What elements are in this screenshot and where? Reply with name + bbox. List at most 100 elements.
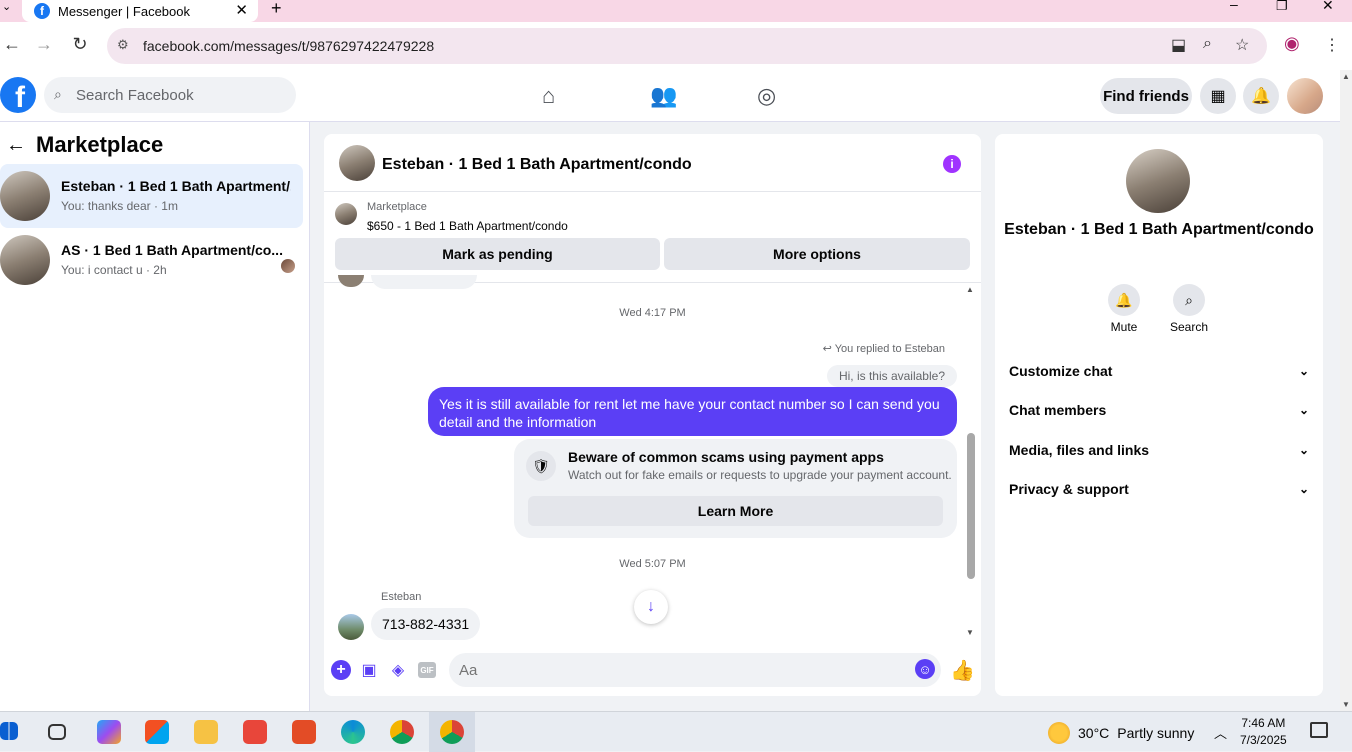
quoted-message[interactable]: Hi, is this available? [826, 365, 957, 387]
chat-details-pane: Esteban · 1 Bed 1 Bath Apartment/condo 🔔… [995, 134, 1323, 696]
groups-icon[interactable]: ◎ [757, 83, 776, 109]
section-label: Media, files and links [1009, 442, 1150, 458]
message-bubble[interactable]: 713-882-4331 [371, 608, 481, 640]
find-friends-button[interactable]: Find friends [1100, 78, 1192, 114]
menu-kebab-icon[interactable]: ⋮ [1324, 35, 1340, 55]
details-title: Esteban · 1 Bed 1 Bath Apartment/condo [1004, 221, 1314, 238]
thumbs-up-icon[interactable]: 👍 [950, 658, 975, 683]
scroll-to-bottom-button[interactable]: ↓ [634, 590, 668, 624]
scroll-down-arrow-icon[interactable]: ▼ [1342, 700, 1350, 709]
conversation-item[interactable]: Esteban · 1 Bed 1 Bath Apartment/... You… [0, 164, 303, 228]
my-message-bubble[interactable]: Yes it is still available for rent let m… [428, 387, 957, 436]
chevron-down-icon: ⌄ [1298, 443, 1309, 457]
message-bubble [371, 275, 477, 289]
back-arrow-icon[interactable]: ← [6, 134, 26, 157]
wps-office-icon[interactable] [292, 720, 316, 744]
media-files-section[interactable]: Media, files and links ⌄ [1009, 435, 1309, 465]
banner-listing[interactable]: $650 - 1 Bed 1 Bath Apartment/condo [367, 219, 568, 233]
site-info-icon[interactable]: ⚙ [117, 37, 133, 53]
gif-icon[interactable]: GIF [418, 662, 436, 678]
emoji-icon[interactable]: ☺ [915, 659, 935, 679]
file-explorer-icon[interactable] [194, 720, 218, 744]
system-clock[interactable]: 7:46 AM 7/3/2025 [1240, 715, 1287, 749]
notifications-bell-icon[interactable]: 🔔 [1243, 78, 1279, 114]
mark-as-pending-button[interactable]: Mark as pending [335, 238, 660, 270]
chat-title[interactable]: Esteban · 1 Bed 1 Bath Apartment/condo [382, 156, 692, 174]
privacy-support-section[interactable]: Privacy & support ⌄ [1009, 474, 1309, 504]
chat-members-section[interactable]: Chat members ⌄ [1009, 395, 1309, 425]
search-placeholder: Search Facebook [76, 86, 194, 104]
sticker-icon[interactable]: ◈ [388, 660, 408, 680]
minimize-button[interactable]: – [1230, 0, 1238, 12]
tab-title: Messenger | Facebook [58, 3, 190, 19]
scroll-up-arrow-icon[interactable]: ▲ [1342, 72, 1350, 81]
menu-grid-icon[interactable]: ▦ [1200, 78, 1236, 114]
customize-chat-section[interactable]: Customize chat ⌄ [1009, 356, 1309, 386]
anydesk-icon[interactable] [243, 720, 267, 744]
zoom-icon[interactable]: ⌕ [1203, 35, 1212, 53]
banner-label: Marketplace [367, 201, 427, 213]
listing-thumbnail [335, 203, 357, 225]
scam-title: Beware of common scams using payment app… [568, 449, 884, 465]
bookmark-star-icon[interactable]: ☆ [1235, 35, 1249, 55]
message-input[interactable] [449, 653, 941, 687]
scroll-down-arrow-icon[interactable]: ▼ [966, 628, 974, 637]
task-view-icon[interactable] [48, 724, 66, 740]
reload-icon[interactable]: ↻ [68, 34, 92, 55]
chevron-up-icon[interactable]: ︿ [1214, 723, 1227, 742]
scroll-up-arrow-icon[interactable]: ▲ [966, 285, 974, 294]
close-window-button[interactable]: ✕ [1322, 0, 1334, 14]
back-arrow-icon[interactable]: ← [0, 34, 24, 55]
listing-avatar[interactable] [1126, 149, 1190, 213]
photo-icon[interactable]: ▣ [359, 660, 379, 680]
page-scrollbar[interactable]: ▲ ▼ [1340, 70, 1352, 711]
listing-thumbnail [0, 171, 50, 221]
tab-list-icon[interactable]: ⌄ [2, 0, 11, 13]
notification-center-icon[interactable] [1310, 722, 1328, 738]
mute-bell-icon[interactable]: 🔔 [1108, 284, 1140, 316]
sender-avatar [338, 275, 364, 287]
chrome-icon[interactable] [390, 720, 414, 744]
info-icon[interactable]: i [943, 155, 961, 173]
forward-arrow-icon[interactable]: → [32, 34, 56, 55]
maximize-button[interactable]: ❐ [1276, 0, 1288, 14]
learn-more-button[interactable]: Learn More [528, 496, 943, 526]
chat-avatar[interactable] [339, 145, 375, 181]
friends-icon[interactable]: 👥 [650, 83, 677, 109]
search-icon[interactable]: ⌕ [1173, 284, 1205, 316]
copilot-icon[interactable] [97, 720, 121, 744]
conversation-title: Esteban · 1 Bed 1 Bath Apartment/... [61, 178, 291, 194]
install-app-icon[interactable]: ⬓ [1171, 35, 1186, 55]
scam-warning-card: 🛡 Beware of common scams using payment a… [514, 439, 957, 538]
weather-condition: Partly sunny [1117, 725, 1195, 741]
browser-tab[interactable]: f Messenger | Facebook ✕ [22, 0, 258, 22]
search-icon: ⌕ [54, 86, 62, 102]
conversation-item[interactable]: AS · 1 Bed 1 Bath Apartment/co... You: i… [0, 228, 303, 292]
account-avatar[interactable] [1287, 78, 1323, 114]
search-label: Search [1169, 320, 1209, 334]
windows-start-icon[interactable] [0, 722, 18, 740]
home-icon[interactable]: ⌂ [542, 83, 555, 109]
search-input[interactable]: ⌕ Search Facebook [44, 77, 296, 113]
chat-scrollbar[interactable]: ▲ ▼ [966, 285, 976, 637]
conversation-title: AS · 1 Bed 1 Bath Apartment/co... [61, 242, 283, 258]
chrome-profile-icon[interactable] [440, 720, 464, 744]
address-bar[interactable]: ⚙ facebook.com/messages/t/98762974224792… [107, 28, 1267, 64]
store-icon[interactable] [145, 720, 169, 744]
facebook-header: f ⌕ Search Facebook ⌂ 👥 ◎ Find friends ▦… [0, 70, 1352, 122]
plus-icon[interactable]: + [331, 660, 351, 680]
scrollbar-thumb[interactable] [967, 433, 975, 579]
edge-icon[interactable] [341, 720, 365, 744]
timestamp: Wed 5:07 PM [619, 558, 686, 570]
sender-avatar[interactable] [338, 614, 364, 640]
facebook-logo-icon[interactable]: f [0, 77, 36, 113]
windows-taskbar: 30°C Partly sunny ︿ 7:46 AM 7/3/2025 [0, 711, 1352, 752]
profile-icon[interactable]: ◉ [1284, 33, 1300, 54]
new-tab-button[interactable]: + [271, 0, 282, 19]
listing-thumbnail [0, 235, 50, 285]
weather-widget[interactable]: 30°C Partly sunny [1048, 722, 1194, 744]
tab-close-icon[interactable]: ✕ [235, 1, 248, 19]
clock-date: 7/3/2025 [1240, 733, 1287, 747]
more-options-button[interactable]: More options [664, 238, 970, 270]
conversation-preview: You: i contact u · 2h [61, 263, 167, 277]
